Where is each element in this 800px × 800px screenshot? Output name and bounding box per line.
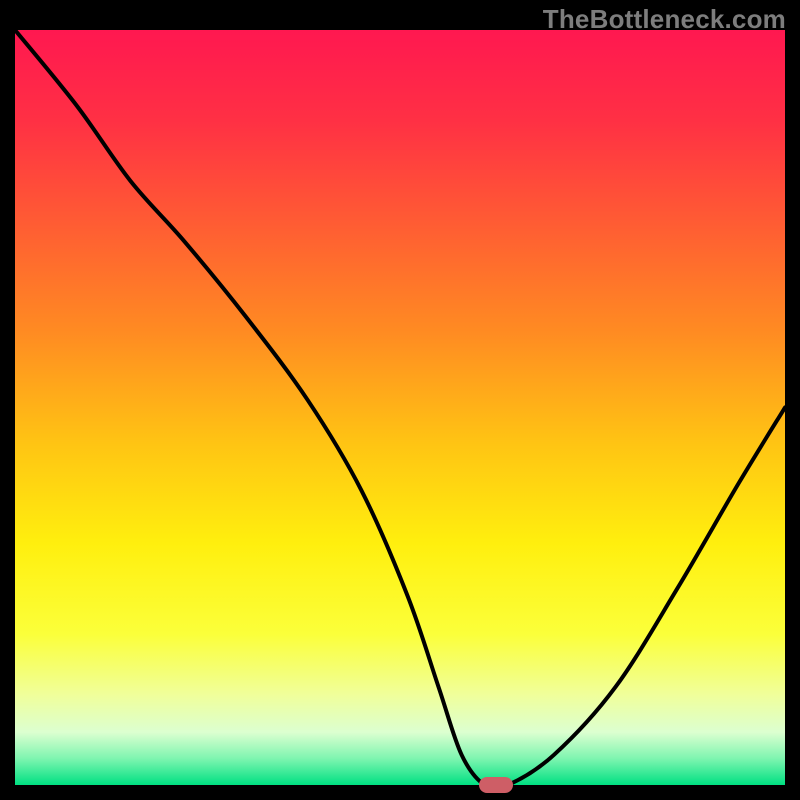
bottleneck-chart	[15, 30, 785, 785]
optimal-marker	[479, 777, 513, 793]
gradient-rect	[15, 30, 785, 785]
chart-frame: TheBottleneck.com	[0, 0, 800, 800]
